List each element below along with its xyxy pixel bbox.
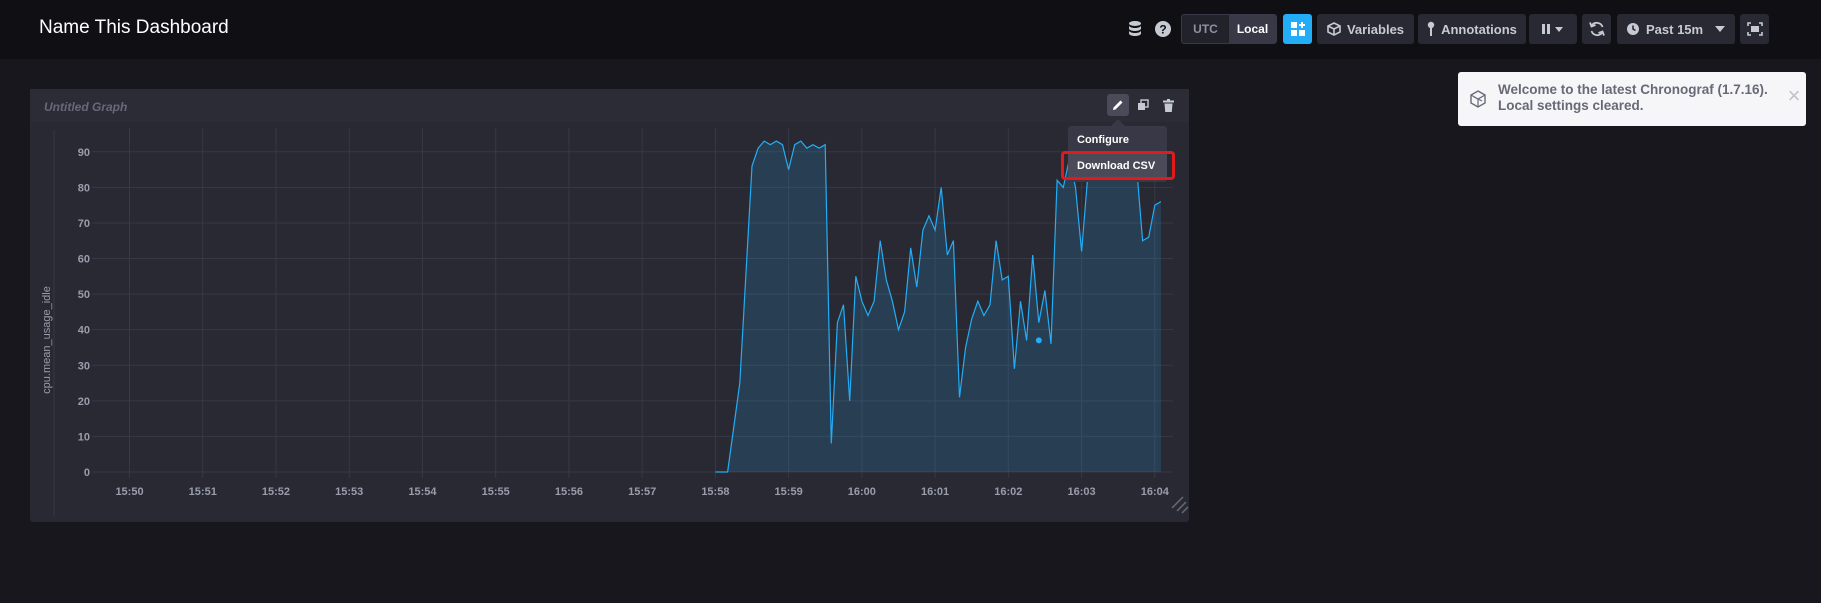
- y-tick-label: 80: [78, 182, 90, 194]
- x-tick-label: 15:51: [189, 486, 217, 498]
- variables-button[interactable]: Variables: [1317, 14, 1414, 44]
- y-tick-label: 10: [78, 431, 90, 443]
- database-icon[interactable]: [1120, 14, 1150, 44]
- chevron-down-icon: [1715, 26, 1725, 32]
- x-tick-label: 15:58: [701, 486, 729, 498]
- x-tick-label: 16:00: [848, 486, 876, 498]
- y-tick-label: 60: [78, 254, 90, 266]
- help-icon[interactable]: ?: [1148, 14, 1178, 44]
- y-axis-label: cpu.mean_usage_idle: [41, 286, 53, 394]
- x-tick-label: 15:53: [335, 486, 363, 498]
- x-tick-label: 16:02: [994, 486, 1022, 498]
- x-tick-label: 15:57: [628, 486, 656, 498]
- graph-cell: Untitled Graph 0 10 20 30 40 50 60 70 80 90 15:50 1…: [30, 89, 1189, 522]
- fullscreen-button[interactable]: [1740, 14, 1769, 44]
- x-tick-label: 15:56: [555, 486, 583, 498]
- y-tick-label: 50: [78, 289, 90, 301]
- notification-toast: Welcome to the latest Chronograf (1.7.16…: [1458, 72, 1806, 126]
- refresh-button[interactable]: [1582, 14, 1611, 44]
- y-tick-label: 40: [78, 325, 90, 337]
- cell-header[interactable]: Untitled Graph: [30, 89, 1189, 122]
- y-tick-label: 20: [78, 396, 90, 408]
- x-tick-label: 15:54: [408, 486, 437, 498]
- toast-message: Welcome to the latest Chronograf (1.7.16…: [1498, 82, 1768, 113]
- x-tick-label: 16:04: [1141, 486, 1170, 498]
- dashboard-title[interactable]: Name This Dashboard: [39, 17, 229, 39]
- line-graph[interactable]: 0 10 20 30 40 50 60 70 80 90 15:50 15:51 15:52 15:53 1…: [30, 122, 1189, 522]
- time-range-label: Past 15m: [1646, 21, 1704, 37]
- add-cell-button[interactable]: [1283, 14, 1312, 44]
- pause-icon: [1542, 24, 1563, 34]
- add-cell-icon: [1290, 22, 1305, 36]
- svg-text:?: ?: [1159, 23, 1166, 37]
- timezone-utc-option[interactable]: UTC: [1182, 15, 1229, 43]
- menu-pointer: [1111, 119, 1125, 126]
- configure-menu-item[interactable]: Configure: [1068, 128, 1167, 152]
- cell-title: Untitled Graph: [44, 100, 128, 114]
- y-tick-label: 30: [78, 360, 90, 372]
- time-range-dropdown[interactable]: Past 15m: [1617, 14, 1735, 44]
- trash-icon: [1162, 98, 1174, 112]
- cube-icon: [1327, 22, 1341, 36]
- clone-cell-button[interactable]: [1132, 94, 1154, 116]
- variables-label: Variables: [1346, 21, 1405, 37]
- x-tick-label: 15:52: [262, 486, 290, 498]
- refresh-icon: [1588, 21, 1605, 37]
- clock-icon: [1627, 23, 1639, 35]
- x-tick-label: 16:03: [1067, 486, 1095, 498]
- help-icon-glyph: ?: [1155, 21, 1171, 37]
- y-tick-label: 0: [84, 467, 90, 479]
- database-icon-glyph: [1129, 21, 1141, 36]
- delete-cell-button[interactable]: [1157, 94, 1179, 116]
- autorefresh-dropdown[interactable]: [1529, 14, 1577, 44]
- x-tick-label: 15:55: [482, 486, 510, 498]
- hover-point: [1035, 337, 1042, 344]
- annotations-label: Annotations: [1441, 21, 1517, 37]
- highlight-box: [1061, 151, 1175, 180]
- pencil-icon: [1113, 100, 1123, 110]
- series-area: [715, 141, 1161, 472]
- x-tick-label: 15:50: [115, 486, 143, 498]
- resize-handle-icon[interactable]: [1171, 496, 1189, 514]
- edit-cell-button[interactable]: [1107, 94, 1129, 116]
- y-tick-label: 90: [78, 147, 90, 159]
- timezone-toggle: UTC Local: [1181, 14, 1277, 44]
- close-icon[interactable]: ×: [1784, 85, 1804, 107]
- clone-icon: [1138, 99, 1149, 110]
- x-tick-label: 15:59: [775, 486, 803, 498]
- x-tick-label: 16:01: [921, 486, 949, 498]
- y-tick-label: 70: [78, 218, 90, 230]
- annotation-pin-icon: [1427, 21, 1435, 36]
- chronograf-logo-icon: [1470, 90, 1486, 108]
- top-bar: Name This Dashboard ? UTC Local Variable…: [0, 0, 1821, 59]
- timezone-local-option[interactable]: Local: [1229, 15, 1276, 43]
- annotations-button[interactable]: Annotations: [1418, 14, 1526, 44]
- fullscreen-icon: [1746, 22, 1763, 36]
